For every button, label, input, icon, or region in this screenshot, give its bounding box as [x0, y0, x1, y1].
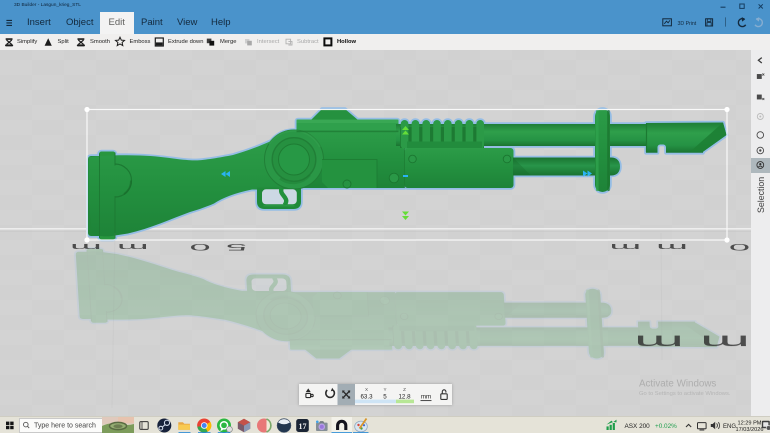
svg-text:Activate Windows: Activate Windows [639, 379, 716, 390]
svg-text:Go to Settings to activate Win: Go to Settings to activate Windows. [639, 391, 731, 397]
svg-text:mm: mm [618, 331, 750, 353]
svg-text:12.8: 12.8 [398, 394, 411, 401]
svg-text:Type here to search: Type here to search [34, 423, 96, 430]
svg-text:Selection: Selection [756, 177, 766, 213]
svg-text:ASX 200: ASX 200 [625, 423, 651, 430]
svg-text:12:29 PM: 12:29 PM [738, 420, 762, 426]
svg-text:17: 17 [299, 422, 307, 431]
svg-text:3D Print: 3D Print [678, 21, 697, 27]
svg-text:ENG: ENG [723, 424, 736, 430]
svg-text:50 mm: 50 mm [55, 242, 247, 253]
svg-text:Y: Y [383, 387, 386, 392]
svg-text:17/03/2026: 17/03/2026 [736, 427, 764, 433]
svg-text:63.3: 63.3 [360, 394, 373, 401]
svg-text:5: 5 [383, 394, 387, 401]
svg-text:0 mm: 0 mm [594, 242, 750, 253]
svg-text:Z: Z [403, 387, 406, 392]
svg-text:X: X [365, 387, 368, 392]
svg-text:+0.02%: +0.02% [655, 423, 677, 430]
svg-text:mm: mm [421, 394, 431, 401]
